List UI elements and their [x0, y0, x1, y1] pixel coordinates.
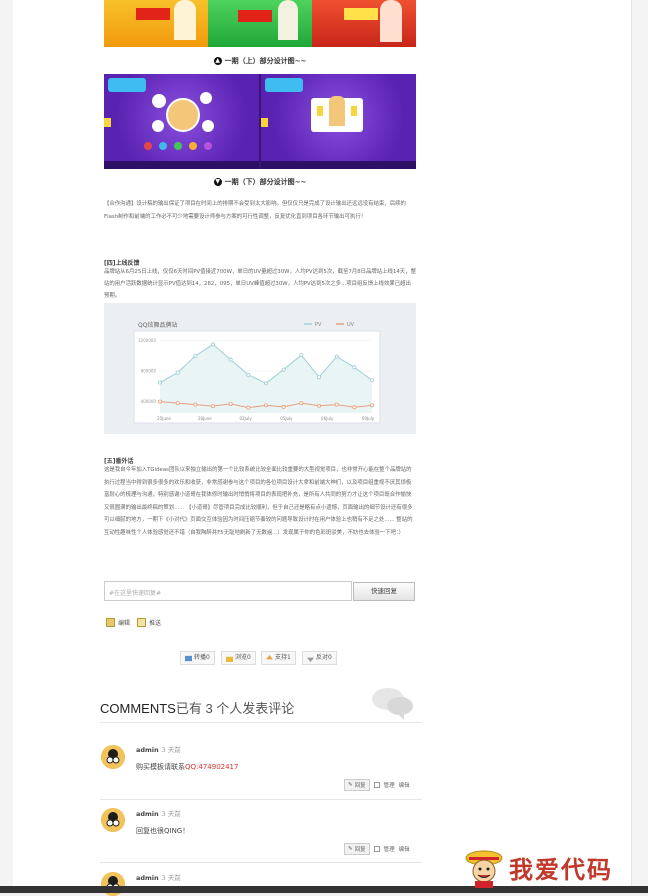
pirate-mascot-icon	[465, 850, 503, 888]
banner-panel-green	[208, 0, 312, 47]
caption-upper: ▲ 一期（上）部分设计图~~	[213, 57, 307, 65]
x-tick-label: 25June	[157, 416, 171, 421]
avatar	[101, 745, 125, 769]
comment-actions: ✎ 回复 管理 编辑	[344, 779, 410, 791]
y-tick-label: 400000	[141, 399, 157, 404]
data-point-uv	[193, 402, 198, 407]
banner-panel-red	[312, 0, 416, 47]
push-link[interactable]: 推送	[137, 618, 161, 627]
watermark: 我爱代码	[463, 846, 613, 888]
avatar	[101, 808, 125, 832]
comment-divider	[100, 799, 422, 800]
comment-actions: ✎ 回复 管理 编辑	[344, 843, 410, 855]
data-point-uv	[352, 405, 357, 410]
push-icon	[137, 618, 146, 627]
comment-text: 回复也很QING！	[136, 827, 190, 835]
data-point-pv	[299, 353, 304, 358]
data-point-uv	[263, 403, 268, 408]
y-tick-label: 1200000	[138, 338, 156, 343]
arrow-up-icon	[266, 654, 273, 659]
caption-lower: ▼ 一期（下）部分设计图~~	[213, 178, 307, 186]
data-point-pv	[193, 353, 198, 358]
data-point-uv	[158, 399, 163, 404]
design-banner-upper	[104, 0, 416, 47]
traffic-chart-svg: QQ炫舞品牌站 PV UV 1200000 800000 400000 25June 28Ju…	[133, 321, 381, 424]
manage-checkbox[interactable]	[373, 846, 380, 852]
comment-bubble-icon	[372, 688, 413, 720]
edit-link[interactable]: 编辑	[106, 618, 130, 627]
data-point-uv	[228, 401, 233, 406]
reply-icon: ✎	[348, 846, 353, 852]
watermark-text: 我爱代码	[509, 854, 613, 884]
data-point-uv	[334, 402, 339, 407]
x-tick-label: 05July	[280, 416, 293, 421]
edit-comment-link[interactable]: 编辑	[399, 781, 410, 789]
collect-button[interactable]: 浏览0	[221, 651, 256, 665]
arrow-down-icon	[307, 657, 314, 662]
data-point-pv	[316, 375, 321, 380]
comment-text: 购买模板请联系QQ:474902417	[136, 763, 239, 771]
data-point-pv	[228, 357, 233, 362]
x-tick-label: 09July	[362, 416, 375, 421]
comments-title: COMMENTS已有 3 个人发表评论	[100, 701, 295, 716]
chevron-down-icon: ▼	[213, 178, 222, 186]
y-tick-label: 800000	[141, 369, 157, 374]
data-point-uv	[369, 403, 374, 408]
reply-icon: ✎	[348, 782, 353, 788]
data-point-pv	[281, 367, 286, 372]
x-tick-label: 02July	[239, 416, 252, 421]
folder-icon	[226, 656, 233, 662]
comment-author: admin 3 天前	[136, 810, 181, 818]
data-point-uv	[211, 404, 216, 409]
paragraph-cooperation: 【合作沟通】设计稿的输出保证了项目在时间上的排期不会受到太大影响。但仅仅只是完成…	[104, 201, 406, 220]
pencil-icon	[106, 618, 115, 627]
chart-title: QQ炫舞品牌站	[138, 321, 177, 329]
section5-text: 这是我自今年加入TGideas团队以来独立输出的第一个比较系统比较全面比较重要的…	[104, 467, 413, 536]
reply-button[interactable]: ✎ 回复	[344, 843, 370, 855]
comment-author: admin 3 天前	[136, 874, 181, 882]
data-point-uv	[281, 404, 286, 409]
quick-reply-button[interactable]: 快速回复	[353, 582, 415, 601]
repost-button[interactable]: 转播0	[180, 651, 215, 665]
comments-divider	[100, 722, 422, 723]
data-point-pv	[352, 365, 357, 370]
comment-divider	[100, 862, 422, 863]
data-point-uv	[246, 405, 251, 410]
x-tick-label: 28June	[198, 416, 212, 421]
legend-label-uv: UV	[347, 322, 355, 328]
data-point-pv	[334, 354, 339, 359]
banner-panel-orange	[104, 0, 208, 47]
data-point-pv	[263, 381, 268, 386]
banner-panel-purple-right	[261, 74, 416, 169]
data-point-pv	[158, 380, 163, 385]
reply-button[interactable]: ✎ 回复	[344, 779, 370, 791]
comment-author: admin 3 天前	[136, 746, 181, 754]
manage-link[interactable]: 管理	[384, 781, 395, 789]
edit-comment-link[interactable]: 编辑	[399, 845, 410, 853]
data-point-uv	[299, 401, 304, 406]
left-margin	[0, 0, 13, 893]
data-point-pv	[175, 370, 180, 375]
x-tick-label: 06July	[321, 416, 334, 421]
traffic-chart: QQ炫舞品牌站 PV UV 1200000 800000 400000 25June 28Ju…	[104, 303, 416, 434]
data-point-uv	[175, 401, 180, 406]
manage-checkbox[interactable]	[373, 782, 380, 788]
data-point-pv	[246, 372, 251, 377]
repost-icon	[185, 655, 192, 661]
data-point-pv	[369, 378, 374, 383]
manage-link[interactable]: 管理	[384, 845, 395, 853]
support-button[interactable]: 支持1	[261, 651, 296, 665]
data-point-uv	[316, 403, 321, 408]
chevron-up-icon: ▲	[213, 57, 222, 65]
oppose-button[interactable]: 反对0	[302, 651, 337, 665]
legend-label-pv: PV	[315, 322, 322, 328]
section4-text: 品牌站从6月25日上线，仅仅6天时间PV值接近700W，单日的UV量超过30W，…	[104, 269, 416, 299]
scrollbar-track[interactable]	[631, 0, 648, 893]
design-banner-lower	[104, 74, 416, 169]
banner-panel-purple-left	[104, 74, 261, 169]
quick-reply-input[interactable]: #在这里快速回复#	[104, 581, 352, 601]
data-point-pv	[211, 342, 216, 347]
qq-link[interactable]: QQ:474902417	[185, 763, 238, 771]
